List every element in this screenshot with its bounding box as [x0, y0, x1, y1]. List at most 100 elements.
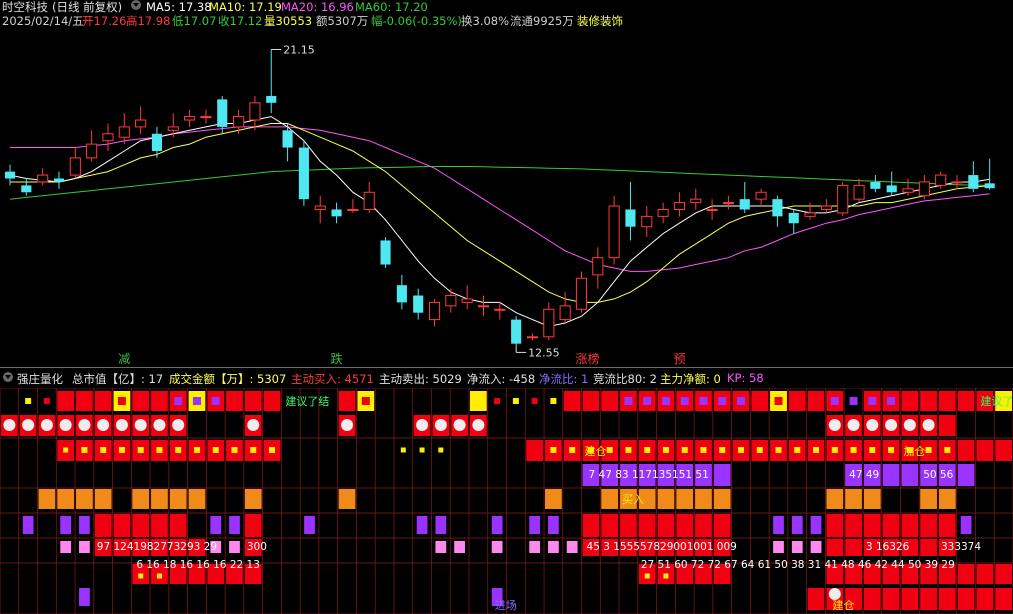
coin-icon	[341, 419, 354, 431]
quote-close: 收17.12	[218, 14, 263, 28]
candle-body	[363, 191, 375, 210]
signal-block	[976, 588, 994, 610]
small-square	[400, 447, 406, 453]
small-square	[850, 447, 857, 453]
candle-body	[428, 301, 441, 321]
indicator-menu-icon[interactable]	[3, 372, 13, 382]
small-square	[925, 447, 932, 453]
small-square	[868, 397, 877, 405]
purple-square	[435, 516, 447, 534]
signal-block	[620, 514, 637, 537]
orange-block	[601, 489, 619, 509]
signal-block	[76, 391, 93, 411]
candlestick-chart[interactable]: 21.15 12.55 减 跌 涨榜 预	[0, 28, 1013, 366]
small-square	[756, 447, 763, 453]
coin-icon	[472, 419, 485, 431]
purple-square	[210, 516, 222, 534]
small-square	[192, 397, 201, 405]
candle-body	[4, 171, 16, 179]
candle-body	[820, 205, 832, 210]
orange-block	[657, 489, 675, 509]
main-net: 主力净额: 0	[660, 372, 721, 386]
row4-values-right2: 50 56	[923, 469, 953, 481]
orange-block	[151, 489, 168, 509]
quote-amount: 额5307万	[316, 14, 369, 28]
pink-square	[435, 541, 447, 553]
coin-icon	[828, 419, 841, 431]
signal-block	[151, 391, 168, 411]
signal-block	[526, 440, 544, 461]
candle-body	[102, 133, 114, 142]
indicator-name[interactable]: 强庄量化	[17, 371, 63, 387]
small-square	[680, 397, 689, 405]
candle-body	[217, 99, 228, 127]
orange-block	[545, 489, 562, 509]
empty-block	[732, 415, 750, 436]
dropdown-icon[interactable]	[131, 0, 141, 10]
candle-body	[347, 208, 359, 211]
orange-block	[244, 489, 262, 509]
orange-block	[845, 489, 862, 509]
orange-block	[57, 489, 75, 509]
orange-block	[38, 489, 56, 509]
empty-block	[657, 415, 675, 436]
coin-icon	[22, 419, 35, 431]
coin-icon	[847, 419, 860, 431]
panel-divider[interactable]	[0, 367, 1013, 368]
signal-label: 涨榜	[575, 351, 599, 366]
small-square	[644, 573, 650, 579]
pink-square	[454, 541, 465, 553]
purple-square	[60, 516, 72, 534]
candle-body	[886, 185, 897, 193]
small-square	[774, 397, 783, 405]
candle-body	[559, 305, 571, 321]
stock-title[interactable]: 时空科技	[2, 0, 48, 14]
period-mode[interactable]: (日线 前复权)	[52, 0, 122, 14]
candle-body	[314, 205, 326, 210]
candle-body	[657, 208, 669, 217]
empty-block	[713, 415, 731, 436]
ma20-label: MA20: 16.96	[281, 0, 354, 14]
signal-label: 跌	[331, 351, 343, 366]
candle-body	[135, 119, 147, 128]
small-square	[830, 397, 839, 405]
candle-body	[935, 174, 947, 186]
orange-block	[76, 489, 93, 509]
signal-block	[713, 514, 731, 537]
purple-square	[491, 516, 503, 534]
purple-square	[810, 516, 822, 534]
signal-block	[995, 588, 1012, 610]
small-square	[643, 397, 652, 405]
pink-square	[548, 541, 559, 553]
row6-values-right2: 333374	[941, 541, 981, 553]
row4-values: 7 47 83 117135151 51	[589, 469, 709, 481]
chart-header: 时空科技 (日线 前复权) MA5: 17.38 MA10: 17.19 MA2…	[0, 0, 1013, 14]
candle-body	[167, 126, 179, 131]
small-square	[625, 447, 632, 453]
pink-square	[566, 541, 578, 553]
small-square	[25, 398, 32, 404]
small-square	[212, 447, 219, 453]
quote-turnover: 换3.08%	[461, 14, 510, 28]
signal-block	[845, 539, 862, 556]
small-square	[438, 447, 444, 453]
strong-banker-indicator-grid[interactable]: 建议了结 建议了建仓 加仓 7 47 83 117135151 51 47 49 50 5…	[0, 388, 1013, 614]
candle-body	[266, 95, 277, 103]
quote-sector[interactable]: 装修装饰	[577, 14, 623, 28]
candle-body	[870, 181, 881, 189]
orange-block	[695, 489, 712, 509]
purple-square	[229, 516, 240, 534]
candle-body	[511, 319, 522, 344]
signal-block	[338, 391, 356, 411]
signal-block	[938, 588, 956, 610]
signal-block	[807, 588, 825, 610]
quote-date: 2025/02/14/五	[2, 14, 84, 28]
coin-icon	[453, 419, 466, 431]
candle-body	[396, 285, 407, 303]
pink-square	[791, 541, 803, 553]
small-square	[737, 447, 744, 453]
volume-block	[713, 464, 731, 486]
small-square	[831, 447, 838, 453]
signal-block-yellow	[469, 391, 487, 411]
signal-block	[976, 440, 994, 461]
